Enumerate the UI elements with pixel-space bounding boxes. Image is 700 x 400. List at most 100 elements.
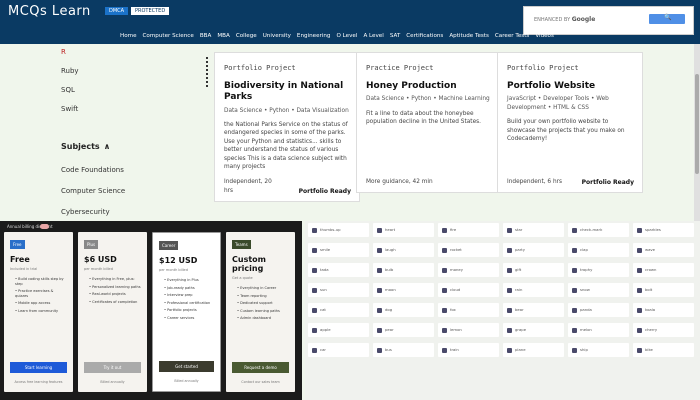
emoji-tile[interactable]: laugh: [373, 243, 434, 257]
emoji-tile[interactable]: ship: [568, 343, 629, 357]
pricing-plan-card[interactable]: Free Free Included in trial • Build coding …: [4, 232, 73, 392]
plan-cta-button[interactable]: Request a demo: [232, 362, 289, 373]
emoji-tile[interactable]: bear: [503, 303, 564, 317]
emoji-tile[interactable]: panda: [568, 303, 629, 317]
emoji-tile[interactable]: sparkles: [633, 223, 694, 237]
cherry-icon: [637, 327, 642, 333]
emoji-tile[interactable]: tada: [308, 263, 369, 277]
nav-home[interactable]: Home: [120, 33, 137, 39]
sun-icon: [312, 287, 317, 293]
nav-a-level[interactable]: A Level: [363, 33, 383, 39]
plan-cta-button[interactable]: Get started: [159, 361, 214, 372]
nav-sat[interactable]: SAT: [390, 33, 400, 39]
emoji-label: gift: [515, 267, 522, 272]
nav-engineering[interactable]: Engineering: [297, 33, 331, 39]
emoji-tile[interactable]: bike: [633, 343, 694, 357]
emoji-tile[interactable]: rain: [503, 283, 564, 297]
emoji-tile[interactable]: melon: [568, 323, 629, 337]
emoji-tile[interactable]: lemon: [438, 323, 499, 337]
emoji-tile[interactable]: trophy: [568, 263, 629, 277]
subject-item[interactable]: Computer Science: [61, 187, 125, 208]
nav-o-level[interactable]: O Level: [336, 33, 357, 39]
emoji-tile[interactable]: car: [308, 343, 369, 357]
subjects-heading[interactable]: Subjects ∧: [61, 142, 110, 152]
emoji-tile[interactable]: bulb: [373, 263, 434, 277]
plan-price: $6 USD: [84, 255, 117, 264]
emoji-tile[interactable]: sun: [308, 283, 369, 297]
emoji-tile[interactable]: pear: [373, 323, 434, 337]
emoji-tile[interactable]: cherry: [633, 323, 694, 337]
google-search-box[interactable]: ENHANCED BY Google 🔍: [523, 6, 694, 35]
emoji-tile[interactable]: clap: [568, 243, 629, 257]
emoji-tile[interactable]: crown: [633, 263, 694, 277]
emoji-tile[interactable]: fox: [438, 303, 499, 317]
plan-label: Teams: [232, 240, 251, 249]
nav-mba[interactable]: MBA: [217, 33, 230, 39]
emoji-tile[interactable]: moon: [373, 283, 434, 297]
language-item[interactable]: SQL: [61, 86, 79, 105]
emoji-tile[interactable]: check-mark: [568, 223, 629, 237]
nav-university[interactable]: University: [263, 33, 291, 39]
plan-cta-button[interactable]: Start learning: [10, 362, 67, 373]
emoji-tile[interactable]: wave: [633, 243, 694, 257]
plan-cta-button[interactable]: Try it out: [84, 362, 141, 373]
emoji-label: fox: [450, 307, 456, 312]
emoji-label: koala: [645, 307, 656, 312]
emoji-label: cherry: [645, 327, 658, 332]
language-item[interactable]: Swift: [61, 105, 79, 124]
pricing-plan-card[interactable]: Teams Custom pricing Get a quote • Everythi…: [226, 232, 295, 392]
portfolio-ready-badge: Portfolio Ready: [581, 179, 634, 187]
pricing-plan-card[interactable]: Career $12 USD per month billed • Everythin…: [152, 232, 221, 392]
protected-badge[interactable]: PROTECTED: [131, 7, 170, 15]
dmca-badge[interactable]: DMCA: [105, 7, 129, 15]
emoji-tile[interactable]: snow: [568, 283, 629, 297]
nav-aptitude-tests[interactable]: Aptitude Tests: [449, 33, 489, 39]
emoji-tile[interactable]: cat: [308, 303, 369, 317]
site-logo[interactable]: MCQs Learn: [8, 4, 91, 19]
emoji-label: snow: [580, 287, 590, 292]
emoji-tile[interactable]: bus: [373, 343, 434, 357]
emoji-tile[interactable]: grape: [503, 323, 564, 337]
nav-career-tests[interactable]: Career Tests: [495, 33, 529, 39]
tada-icon: [312, 267, 317, 273]
scrollbar-thumb[interactable]: [695, 74, 699, 174]
nav-certifications[interactable]: Certifications: [406, 33, 443, 39]
emoji-tile[interactable]: gift: [503, 263, 564, 277]
emoji-tile[interactable]: koala: [633, 303, 694, 317]
emoji-tile[interactable]: train: [438, 343, 499, 357]
nav-bba[interactable]: BBA: [200, 33, 212, 39]
subject-item[interactable]: Code Foundations: [61, 166, 125, 187]
billing-toggle[interactable]: [40, 224, 49, 229]
dog-icon: [377, 307, 382, 313]
emoji-tile[interactable]: money: [438, 263, 499, 277]
emoji-tile[interactable]: thumbs-up: [308, 223, 369, 237]
emoji-tile[interactable]: apple: [308, 323, 369, 337]
project-card[interactable]: Practice Project Honey Production Data S…: [356, 52, 502, 193]
emoji-label: dog: [385, 307, 393, 312]
plan-feature: • Learn from community: [15, 308, 59, 313]
scrollbar[interactable]: [694, 44, 700, 221]
nav-videos[interactable]: Videos: [535, 33, 554, 39]
emoji-tile[interactable]: fire: [438, 223, 499, 237]
project-card[interactable]: Portfolio Project Portfolio Website Java…: [497, 52, 643, 193]
nav-computer-science[interactable]: Computer Science: [143, 33, 194, 39]
emoji-tile[interactable]: plane: [503, 343, 564, 357]
emoji-label: laugh: [385, 247, 396, 252]
emoji-tile[interactable]: dog: [373, 303, 434, 317]
language-item[interactable]: Ruby: [61, 67, 79, 86]
search-button[interactable]: 🔍: [649, 14, 685, 24]
emoji-tile[interactable]: cloud: [438, 283, 499, 297]
emoji-tile[interactable]: star: [503, 223, 564, 237]
pricing-plan-card[interactable]: Plus $6 USD per month billed • Everything i…: [78, 232, 147, 392]
emoji-tile[interactable]: smile: [308, 243, 369, 257]
emoji-tile[interactable]: heart: [373, 223, 434, 237]
emoji-tile[interactable]: party: [503, 243, 564, 257]
emoji-label: apple: [320, 327, 331, 332]
emoji-label: smile: [320, 247, 331, 252]
emoji-tile[interactable]: bolt: [633, 283, 694, 297]
language-item[interactable]: R: [61, 48, 79, 67]
nav-college[interactable]: College: [236, 33, 257, 39]
emoji-tile[interactable]: rocket: [438, 243, 499, 257]
apple-icon: [312, 327, 317, 333]
project-card[interactable]: Portfolio Project Biodiversity in Nation…: [214, 52, 360, 202]
